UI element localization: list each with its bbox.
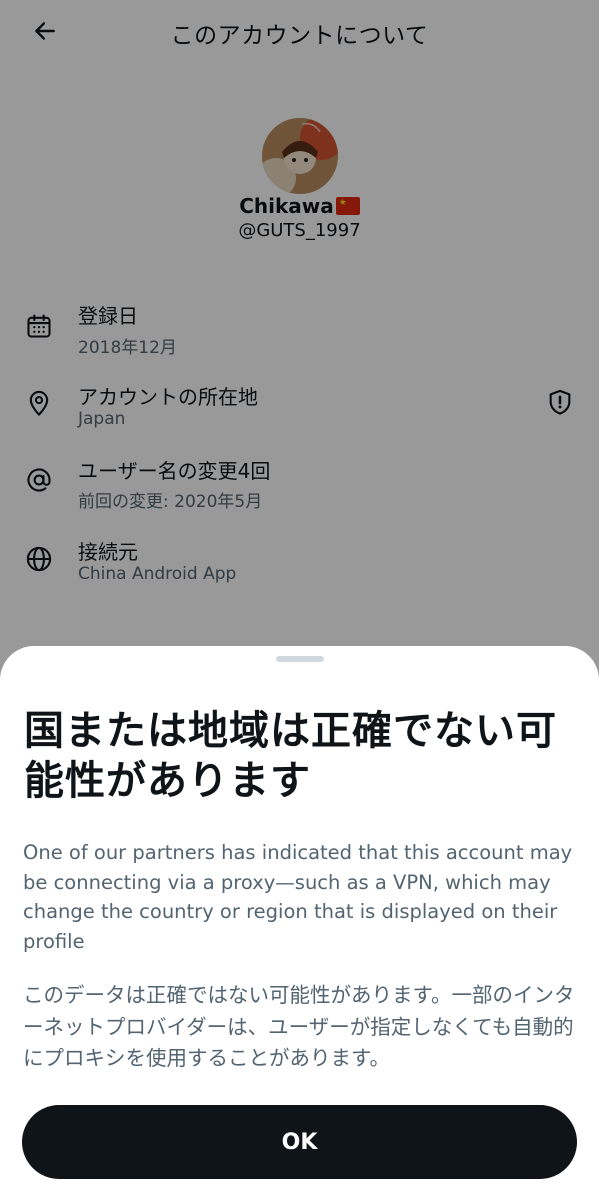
sheet-title: 国または地域は正確でない可能性があります — [24, 708, 557, 804]
sheet-body-japanese: このデータは正確ではない可能性があります。一部のインターネットプロバイダーは、ユ… — [23, 983, 575, 1070]
sheet-drag-handle[interactable] — [276, 656, 324, 662]
bottom-sheet: 国または地域は正確でない可能性があります One of our partners… — [0, 646, 599, 1200]
sheet-body-english: One of our partners has indicated that t… — [23, 841, 573, 953]
ok-button[interactable]: OK — [22, 1105, 577, 1179]
